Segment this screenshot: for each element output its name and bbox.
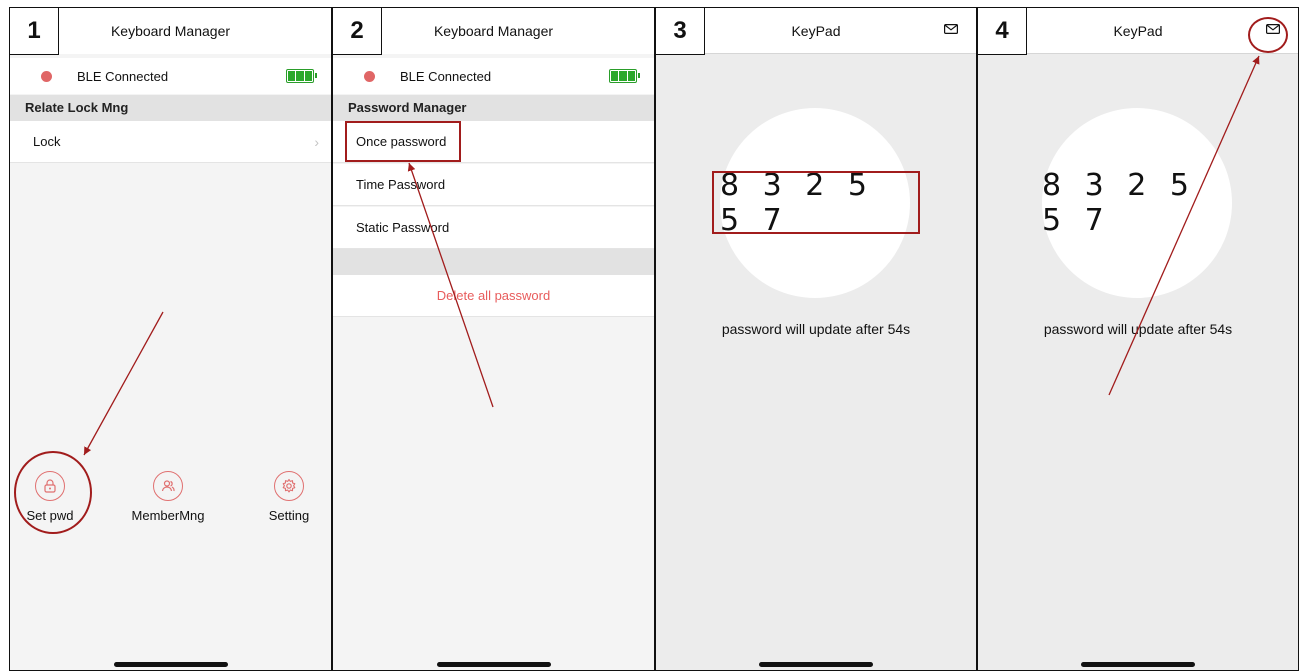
screen-3-keypad: 3 KeyPad 8 3 2 5 5 7 password will updat… xyxy=(655,7,977,671)
list-item-lock[interactable]: Lock › xyxy=(10,121,331,163)
password-circle: 8 3 2 5 5 7 xyxy=(720,108,910,298)
tab-label: Set pwd xyxy=(26,508,74,523)
home-indicator xyxy=(759,662,873,667)
status-dot-icon xyxy=(364,70,375,82)
screen-4-keypad: 4 KeyPad 8 3 2 5 5 7 password will updat… xyxy=(977,7,1299,671)
password-code: 8 3 2 5 5 7 xyxy=(1042,168,1196,238)
ble-status-label: BLE Connected xyxy=(77,68,169,84)
step-number: 4 xyxy=(978,8,1027,55)
tab-member-mng[interactable]: MemberMng xyxy=(132,471,204,523)
home-indicator xyxy=(113,662,228,667)
screen-2-password-manager: 2 Keyboard Manager BLE Connected Passwor… xyxy=(332,7,655,671)
delete-all-password-button[interactable]: Delete all password xyxy=(333,275,654,317)
tab-label: MemberMng xyxy=(131,508,205,523)
chevron-right-icon: › xyxy=(314,133,319,150)
delete-label: Delete all password xyxy=(436,288,551,303)
list-item-label: Time Password xyxy=(356,177,446,192)
password-code: 8 3 2 5 5 7 xyxy=(720,168,874,238)
nav-title: KeyPad xyxy=(1113,22,1163,39)
mail-icon[interactable] xyxy=(944,24,958,34)
ble-status-row: BLE Connected xyxy=(333,58,654,94)
home-indicator xyxy=(436,662,551,667)
screen-1-keyboard-manager: 1 Keyboard Manager BLE Connected Relate … xyxy=(9,7,332,671)
gear-icon xyxy=(274,471,304,501)
tab-label: Setting xyxy=(268,508,310,523)
list-item-label: Static Password xyxy=(356,220,450,235)
list-item-once-password[interactable]: Once password xyxy=(333,121,654,163)
ble-status-row: BLE Connected xyxy=(10,58,331,94)
battery-icon xyxy=(286,69,317,83)
nav-title: Keyboard Manager xyxy=(433,23,554,39)
tab-setting[interactable]: Setting xyxy=(259,471,319,523)
password-circle: 8 3 2 5 5 7 xyxy=(1042,108,1232,298)
nav-title: KeyPad xyxy=(791,22,841,39)
members-icon xyxy=(153,471,183,501)
status-dot-icon xyxy=(41,70,52,82)
step-number: 1 xyxy=(10,8,59,55)
battery-icon xyxy=(609,69,640,83)
mail-icon[interactable] xyxy=(1266,24,1280,34)
list-item-static-password[interactable]: Static Password xyxy=(333,207,654,249)
tab-set-pwd[interactable]: Set pwd xyxy=(20,471,80,523)
list-item-time-password[interactable]: Time Password xyxy=(333,164,654,206)
nav-title: Keyboard Manager xyxy=(110,23,231,39)
lock-icon xyxy=(35,471,65,501)
section-gap xyxy=(333,249,654,275)
step-number: 2 xyxy=(333,8,382,55)
list-item-label: Once password xyxy=(356,134,447,149)
update-countdown-text: password will update after 54s xyxy=(721,321,911,337)
section-header: Password Manager xyxy=(333,95,654,121)
list-item-label: Lock xyxy=(33,134,61,149)
home-indicator xyxy=(1081,662,1195,667)
ble-status-label: BLE Connected xyxy=(400,68,492,84)
section-header: Relate Lock Mng xyxy=(10,95,331,121)
update-countdown-text: password will update after 54s xyxy=(1043,321,1233,337)
step-number: 3 xyxy=(656,8,705,55)
